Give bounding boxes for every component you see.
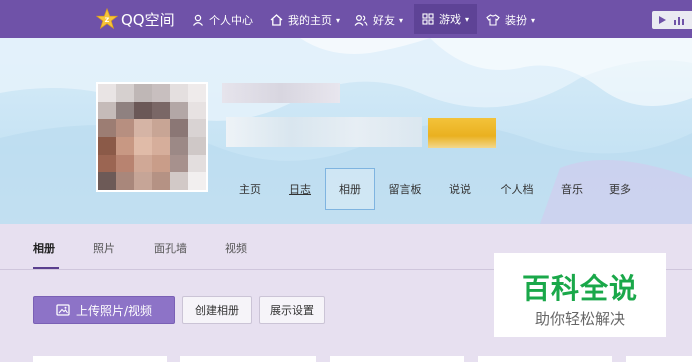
upload-photo-video-button[interactable]: 上传照片/视频 (33, 296, 175, 324)
subtab-albums[interactable]: 相册 (33, 240, 55, 256)
subtab-face-wall[interactable]: 面孔墙 (154, 240, 187, 256)
username-blurred (222, 83, 340, 103)
home-icon (270, 14, 283, 26)
vip-badge-blurred (428, 118, 496, 148)
grid-icon (422, 13, 434, 25)
avatar[interactable] (96, 82, 208, 192)
album-card[interactable] (626, 356, 692, 362)
album-card[interactable] (180, 356, 316, 362)
tab-home-label: 主页 (239, 183, 261, 196)
upload-image-icon (56, 303, 70, 316)
friends-icon (354, 14, 368, 26)
nav-friends[interactable]: 好友 ▾ (354, 10, 403, 30)
nav-personal-center[interactable]: 个人中心 (192, 10, 253, 30)
nav-my-homepage[interactable]: 我的主页 ▾ (270, 10, 340, 30)
subtab-photos[interactable]: 照片 (93, 240, 115, 256)
tab-profile[interactable]: 个人档 (492, 168, 542, 210)
nav-decorate[interactable]: 装扮 ▾ (486, 10, 535, 30)
nav-decorate-label: 装扮 (505, 14, 527, 27)
display-settings-label: 展示设置 (270, 304, 314, 317)
svg-text:Z: Z (105, 16, 110, 24)
watermark-title: 百科全说 (521, 272, 638, 305)
nav-games[interactable]: 游戏 ▾ (414, 4, 478, 34)
watermark-subtitle: 助你轻松解决 (534, 310, 625, 328)
top-nav-bar: Z QQ空间 个人中心 我的主页 ▾ 好友 ▾ 游戏 ▾ 装扮 ▾ (0, 0, 692, 38)
display-settings-button[interactable]: 展示设置 (259, 296, 325, 324)
tab-shuoshuo[interactable]: 说说 (440, 168, 480, 210)
chevron-down-icon: ▾ (465, 14, 470, 24)
album-card[interactable] (330, 356, 464, 362)
subtab-videos[interactable]: 视频 (225, 240, 247, 256)
star-logo-icon: Z (96, 8, 118, 30)
user-icon (193, 14, 203, 26)
album-card[interactable] (33, 356, 167, 362)
equalizer-icon (674, 17, 684, 25)
tab-music[interactable]: 音乐 (552, 168, 592, 210)
qzone-logo[interactable]: Z QQ空间 (96, 8, 175, 30)
signature-blurred (226, 117, 422, 147)
shirt-icon (486, 14, 500, 26)
tab-profile-label: 个人档 (500, 183, 534, 196)
upload-button-label: 上传照片/视频 (75, 303, 153, 318)
tab-more-label: 更多 (609, 183, 631, 196)
chevron-down-icon: ▾ (399, 15, 404, 25)
watermark-overlay: 百科全说 助你轻松解决 (494, 253, 666, 337)
avatar-image-blurred (98, 84, 206, 190)
tab-message-board[interactable]: 留言板 (380, 168, 430, 210)
nav-friends-label: 好友 (373, 14, 395, 27)
active-subtab-indicator (33, 267, 59, 269)
tab-album-label: 相册 (339, 183, 361, 196)
nav-my-homepage-label: 我的主页 (288, 14, 332, 27)
play-icon (659, 16, 666, 24)
nav-personal-center-label: 个人中心 (209, 14, 253, 27)
tab-more[interactable]: 更多 (600, 168, 640, 210)
music-player-mini[interactable] (652, 11, 692, 29)
tab-message-board-label: 留言板 (388, 183, 422, 196)
create-album-button[interactable]: 创建相册 (182, 296, 252, 324)
chevron-down-icon: ▾ (531, 15, 536, 25)
tab-blog-label: 日志 (289, 183, 311, 196)
album-card[interactable] (478, 356, 612, 362)
tab-album[interactable]: 相册 (325, 168, 375, 210)
tab-music-label: 音乐 (561, 183, 583, 196)
chevron-down-icon: ▾ (336, 15, 341, 25)
brand-label: QQ空间 (121, 10, 175, 29)
tab-shuoshuo-label: 说说 (449, 183, 471, 196)
nav-games-label: 游戏 (439, 13, 461, 26)
tab-home[interactable]: 主页 (230, 168, 270, 210)
create-album-label: 创建相册 (195, 304, 239, 317)
tab-blog[interactable]: 日志 (280, 168, 320, 210)
